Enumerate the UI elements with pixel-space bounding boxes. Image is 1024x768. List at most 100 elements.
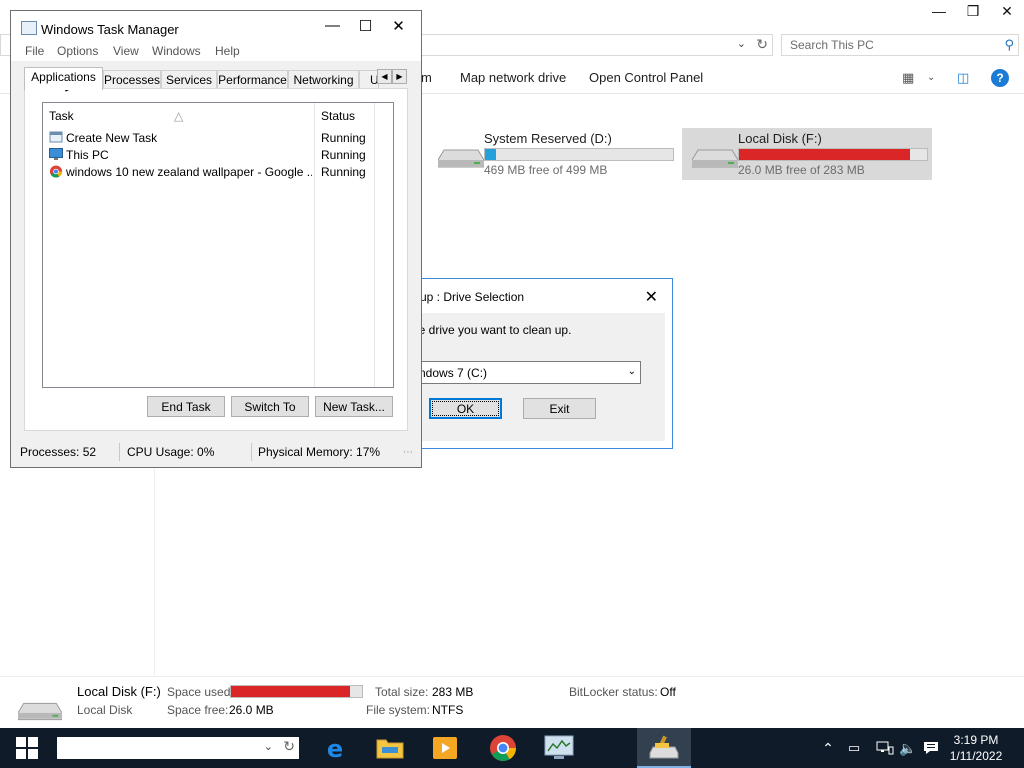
network-shape <box>876 741 894 755</box>
status-processes: Processes: 52 <box>20 445 97 459</box>
list-item[interactable]: Create New Task Running <box>43 129 393 146</box>
caption-buttons: — ☐ ✕ <box>316 17 415 35</box>
taskbar-disk-cleanup[interactable] <box>637 728 691 768</box>
taskbar-task-manager[interactable] <box>532 728 586 768</box>
window-title: Windows Task Manager <box>41 22 179 37</box>
details-pane: Local Disk (F:) Local Disk Space used: S… <box>0 676 1024 728</box>
search-placeholder: Search This PC <box>790 38 874 52</box>
minimize-button[interactable]: — <box>922 0 956 22</box>
dialog-prompt: he drive you want to clean up. <box>412 323 572 337</box>
restore-button[interactable]: ❒ <box>956 0 990 22</box>
hard-drive-icon <box>438 149 484 168</box>
edge-icon: e <box>327 735 343 761</box>
drive-name: System Reserved (D:) <box>484 131 612 146</box>
tab-processes[interactable]: Processes <box>103 70 161 89</box>
chevron-down-icon[interactable]: ⌄ <box>737 37 746 50</box>
drive-select-value: ndows 7 (C:) <box>419 366 488 380</box>
space-free-value: 26.0 MB <box>229 703 274 717</box>
drive-free-space: 469 MB free of 499 MB <box>484 163 608 177</box>
new-task-button[interactable]: New Task... <box>315 396 393 417</box>
drive-usage-bar <box>484 148 674 161</box>
taskbar: ⌄ ↻ e ⌃ ▭ 🔈 3:19 PM 1/11/2022 <box>0 728 1024 768</box>
drive-free-space: 26.0 MB free of 283 MB <box>738 163 865 177</box>
taskbar-chrome[interactable] <box>476 728 530 768</box>
drive-usage-fill <box>485 149 497 160</box>
task-name: Create New Task <box>66 131 158 145</box>
network-icon[interactable] <box>874 728 896 768</box>
tab-strip: Applications Processes Services Performa… <box>24 67 409 90</box>
clock-date: 1/11/2022 <box>949 749 1003 763</box>
preview-pane-icon[interactable]: ◫ <box>957 70 969 86</box>
bitlocker-label: BitLocker status: <box>569 685 658 699</box>
search-icon[interactable]: ⚲ <box>1004 37 1014 53</box>
switch-to-button[interactable]: Switch To <box>231 396 309 417</box>
task-list[interactable]: △ Task Status Create New Task Running Th… <box>42 102 394 388</box>
chrome-icon <box>49 165 63 178</box>
dialog-title: up : Drive Selection <box>420 290 525 304</box>
chevron-down-icon[interactable]: ⌄ <box>264 740 273 753</box>
task-manager-titlebar[interactable]: Windows Task Manager — ☐ ✕ <box>11 11 421 41</box>
close-button[interactable]: ✕ <box>382 17 415 35</box>
exit-button[interactable]: Exit <box>523 398 596 419</box>
drive-select[interactable]: ndows 7 (C:) ⌄ <box>412 361 641 384</box>
tab-services[interactable]: Services <box>161 70 217 89</box>
menu-windows[interactable]: Windows <box>152 44 201 58</box>
menu-file[interactable]: File <box>25 44 44 58</box>
tab-users[interactable]: U <box>359 70 379 89</box>
action-center-shape <box>924 742 938 754</box>
refresh-icon[interactable]: ↻ <box>283 738 295 755</box>
taskbar-media-player[interactable] <box>418 728 472 768</box>
volume-icon[interactable]: 🔈 <box>898 728 918 768</box>
tab-networking[interactable]: Networking <box>288 70 359 89</box>
taskbar-edge[interactable]: e <box>308 728 362 768</box>
menu-bar: File Options View Windows Help <box>11 41 421 61</box>
status-divider <box>119 443 120 461</box>
total-size-label: Total size: <box>375 685 429 699</box>
drive-name: Local Disk (F:) <box>738 131 822 146</box>
refresh-icon[interactable]: ↻ <box>756 36 768 53</box>
minimize-button[interactable]: — <box>316 17 349 35</box>
maximize-button[interactable]: ☐ <box>349 17 382 35</box>
task-status: Running <box>321 148 366 162</box>
map-network-drive-button[interactable]: Map network drive <box>460 70 566 85</box>
list-item[interactable]: windows 10 new zealand wallpaper - Googl… <box>43 163 393 180</box>
tab-performance[interactable]: Performance <box>217 70 288 89</box>
system-clock[interactable]: 3:19 PM 1/11/2022 <box>940 732 1012 764</box>
action-center-icon[interactable] <box>921 728 941 768</box>
show-hidden-icons-icon[interactable]: ⌃ <box>818 728 838 768</box>
applications-panel: △ Task Status Create New Task Running Th… <box>24 88 408 431</box>
menu-view[interactable]: View <box>113 44 139 58</box>
tab-scroll-right-icon[interactable]: ▶ <box>392 69 407 84</box>
ok-button[interactable]: OK <box>429 398 502 419</box>
column-task[interactable]: Task <box>49 109 74 123</box>
help-icon[interactable]: ? <box>991 69 1009 87</box>
computer-icon <box>49 148 63 160</box>
task-manager-icon <box>544 735 574 759</box>
file-system-value: NTFS <box>432 703 464 717</box>
end-task-button[interactable]: End Task <box>147 396 225 417</box>
column-status[interactable]: Status <box>321 109 355 123</box>
sort-arrow-icon: △ <box>174 109 184 123</box>
tab-applications[interactable]: Applications <box>24 67 103 90</box>
list-item[interactable]: This PC Running <box>43 146 393 163</box>
taskbar-address-input[interactable]: ⌄ ↻ <box>57 737 299 759</box>
search-input[interactable]: Search This PC ⚲ <box>781 34 1019 56</box>
menu-help[interactable]: Help <box>215 44 240 58</box>
drive-tile-d[interactable]: System Reserved (D:) 469 MB free of 499 … <box>428 128 678 180</box>
drive-tile-f[interactable]: Local Disk (F:) 26.0 MB free of 283 MB <box>682 128 932 180</box>
chevron-down-icon[interactable]: ⌄ <box>628 366 636 377</box>
taskbar-file-explorer[interactable] <box>363 728 417 768</box>
ribbon-partial-command[interactable]: m <box>421 70 432 85</box>
chevron-down-icon[interactable]: ⌄ <box>927 72 935 83</box>
close-button[interactable]: ✕ <box>990 0 1024 22</box>
menu-options[interactable]: Options <box>57 44 98 58</box>
open-control-panel-button[interactable]: Open Control Panel <box>589 70 703 85</box>
resize-grip-icon[interactable]: ⋯ <box>403 447 413 458</box>
tab-scroll-left-icon[interactable]: ◀ <box>377 69 392 84</box>
close-icon[interactable]: ✕ <box>645 287 658 307</box>
details-drive-name: Local Disk (F:) <box>77 684 161 699</box>
start-button[interactable] <box>0 728 54 768</box>
notification-area-icon[interactable]: ▭ <box>845 728 863 768</box>
view-options-icon[interactable]: ▦ <box>902 70 914 86</box>
windows-logo-icon <box>16 737 38 759</box>
